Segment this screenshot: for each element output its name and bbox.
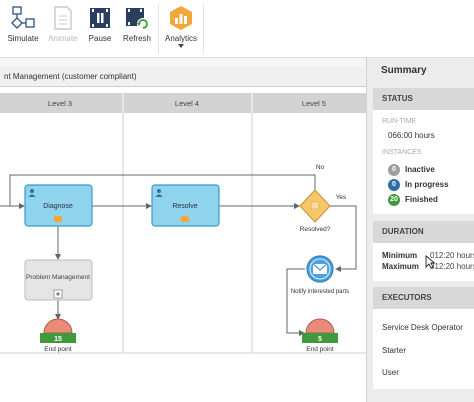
gateway-label: Resolved? [300, 226, 331, 233]
instances-label: INSTANCES [382, 149, 422, 156]
user-icon [30, 189, 34, 193]
analytics-button[interactable]: Analytics [162, 5, 200, 53]
end-event[interactable]: 5 End point [302, 318, 338, 353]
end-event[interactable]: 15 End point [40, 318, 76, 353]
end-count: 15 [54, 336, 62, 343]
simulate-icon [11, 6, 35, 29]
simulate-button[interactable]: Simulate [6, 5, 40, 53]
executors-section-header[interactable]: EXECUTORS [373, 287, 474, 309]
event-label: Notify interested parts [291, 289, 349, 295]
notify-message-event[interactable] [306, 255, 334, 283]
analytics-badge-icon [54, 216, 62, 222]
summary-panel: Summary STATUS RUN-TIME 066:00 hours INS… [366, 58, 474, 402]
pause-label: Pause [88, 34, 112, 43]
lane-label: Level 4 [175, 99, 199, 108]
resolve-task[interactable]: Resolve [151, 184, 220, 227]
executor-item[interactable]: Service Desk Operator [382, 323, 463, 332]
sequence-flow-yes [330, 205, 357, 272]
summary-title: Summary [381, 65, 427, 76]
maximum-value: 012:20 hours [430, 262, 474, 271]
analytics-badge-icon [181, 216, 189, 222]
minimum-value: 012:20 hours [430, 251, 474, 260]
chevron-down-icon[interactable] [178, 44, 184, 48]
animate-icon [54, 6, 72, 30]
lane-label: Level 3 [48, 99, 72, 108]
instance-label: Finished [405, 195, 438, 205]
status-section-header[interactable]: STATUS [373, 88, 474, 110]
mouse-cursor-icon [425, 255, 435, 269]
count-badge: 0 [388, 164, 400, 176]
pause-icon [90, 8, 110, 28]
task-label: Diagnose [43, 203, 73, 210]
minimum-label: Minimum [382, 251, 418, 260]
pool-title: nt Management (customer compliant) [0, 67, 366, 87]
toolbar-separator [203, 4, 204, 54]
runtime-value: 066:00 hours [388, 131, 435, 140]
instance-finished: 20 Finished [388, 194, 438, 206]
refresh-icon [126, 8, 149, 30]
executor-item[interactable]: User [382, 368, 399, 377]
bpmn-canvas: Level 3 Level 4 Level 5 Diagnose Resolve… [0, 93, 366, 354]
runtime-label: RUN-TIME [382, 118, 417, 125]
analytics-icon [170, 6, 192, 30]
animate-button[interactable]: Animate [46, 5, 80, 53]
instance-inactive: 0 Inactive [388, 164, 435, 176]
refresh-label: Refresh [122, 34, 151, 43]
simulate-label: Simulate [7, 34, 39, 43]
duration-section-header[interactable]: DURATION [373, 221, 474, 243]
resolved-gateway[interactable] [299, 189, 331, 223]
executors-section: Service Desk Operator Starter User [373, 309, 474, 389]
count-badge: 20 [388, 194, 400, 206]
user-icon [157, 189, 161, 193]
end-label: End point [306, 346, 334, 353]
diagnose-task[interactable]: Diagnose [24, 184, 93, 227]
pause-button[interactable]: Pause [84, 5, 116, 53]
refresh-button[interactable]: Refresh [120, 5, 154, 53]
flow-label-yes: Yes [336, 194, 347, 201]
status-section: RUN-TIME 066:00 hours INSTANCES 0 Inactiv… [373, 110, 474, 214]
animate-label: Animate [48, 34, 78, 43]
flow-label-no: No [316, 164, 325, 171]
sequence-flow [286, 268, 305, 336]
problem-management-subprocess[interactable]: Problem Management [24, 259, 93, 301]
instance-label: Inactive [405, 165, 435, 175]
instance-in-progress: 0 In progress [388, 179, 449, 191]
duration-section: Minimum 012:20 hours Maximum 012:20 hours [373, 243, 474, 281]
canvas-top-strip [0, 58, 366, 67]
task-label: Resolve [172, 203, 197, 210]
task-label: Problem Management [26, 274, 90, 281]
lane-label: Level 5 [302, 99, 326, 108]
toolbar: Simulate Animate Pause Refresh Analytics [0, 0, 474, 58]
end-count: 5 [318, 336, 322, 343]
process-diagram: nt Management (customer compliant) Level… [0, 67, 366, 402]
end-label: End point [44, 346, 72, 353]
analytics-badge-icon [310, 201, 320, 210]
toolbar-separator [158, 4, 159, 54]
executor-item[interactable]: Starter [382, 346, 406, 355]
analytics-label: Analytics [164, 34, 197, 43]
maximum-label: Maximum [382, 262, 419, 271]
count-badge: 0 [388, 179, 400, 191]
instance-label: In progress [405, 180, 449, 190]
